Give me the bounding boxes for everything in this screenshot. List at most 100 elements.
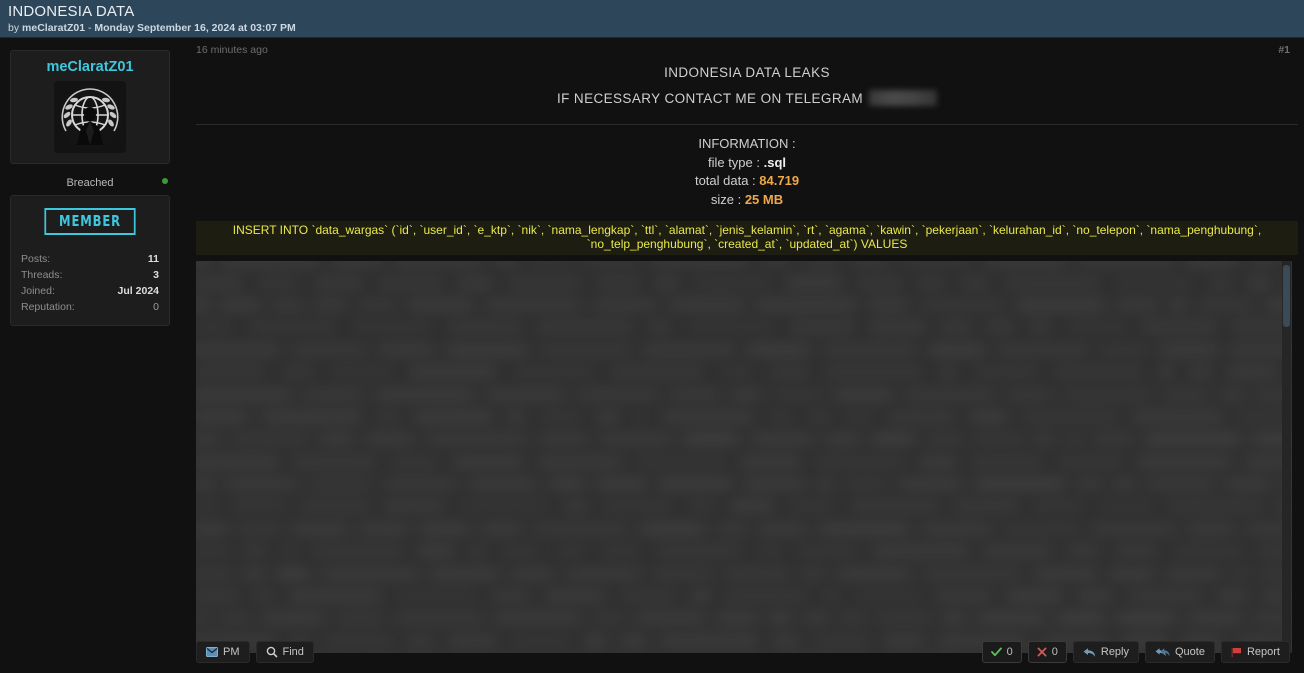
blurred-data-cell (905, 391, 994, 399)
blurred-data-row (196, 271, 1292, 293)
info-label: size : (711, 192, 745, 207)
blurred-data-cell (596, 413, 619, 421)
blurred-data-cell (726, 570, 788, 578)
blurred-data-cell (691, 592, 711, 600)
contact-text: IF NECESSARY CONTACT ME ON TELEGRAM (557, 91, 863, 106)
stat-value[interactable]: 0 (153, 300, 159, 314)
stat-value: 3 (153, 268, 159, 282)
blurred-data-cell (541, 346, 630, 354)
byline-prefix: by (8, 22, 19, 34)
blurred-data-cell (491, 592, 530, 600)
blurred-data-row (196, 562, 1292, 584)
blurred-data-cell (1227, 368, 1277, 376)
blurred-data-cell (1110, 570, 1153, 578)
blurred-data-cell (1018, 301, 1103, 309)
blurred-data-cell (417, 547, 455, 555)
thread-byline: by meClaratZ01 - Monday September 16, 20… (8, 21, 1296, 35)
byline-author[interactable]: meClaratZ01 (22, 22, 85, 34)
blurred-data-cell (818, 480, 833, 488)
blurred-data-cell (1033, 502, 1083, 510)
blurred-data-cell (537, 323, 633, 331)
info-label: file type : (708, 155, 764, 170)
blurred-data-row (196, 339, 1292, 361)
blurred-data-cell (1028, 323, 1052, 331)
blurred-data-cell (311, 480, 371, 488)
info-value: 25 MB (745, 192, 783, 207)
blurred-data-cell (594, 614, 623, 622)
blurred-data-row (196, 383, 1292, 405)
stat-row-reputation: Reputation: 0 (19, 299, 161, 315)
blurred-data-cell (196, 391, 290, 399)
blurred-data-cell (1217, 592, 1248, 600)
rank-badge: MEMBER (44, 208, 135, 235)
vote-negative-button[interactable]: 0 (1028, 641, 1067, 663)
blurred-data-cell (820, 525, 909, 533)
blurred-data-cell (1053, 368, 1143, 376)
post-permalink[interactable]: #1 (1278, 44, 1290, 56)
cross-icon (1037, 647, 1047, 657)
blurred-data-row (196, 406, 1292, 428)
blurred-data-cell (693, 279, 772, 287)
blurred-data-cell (495, 614, 580, 622)
quote-arrows-icon (1155, 647, 1170, 658)
blurred-data-cell (221, 301, 260, 309)
info-row-totaldata: total data : 84.719 (196, 172, 1298, 191)
blurred-data-cell (1250, 261, 1277, 264)
blurred-data-cell (196, 547, 230, 555)
blurred-data-cell (687, 502, 716, 510)
blurred-data-cell (986, 261, 1065, 264)
find-button[interactable]: Find (256, 641, 314, 663)
blurred-data-cell (718, 614, 756, 622)
blurred-data-cell (902, 261, 972, 264)
report-button[interactable]: Report (1221, 641, 1290, 663)
vote-positive-button[interactable]: 0 (982, 641, 1022, 663)
blurred-data-cell (1291, 261, 1292, 264)
quote-button[interactable]: Quote (1145, 641, 1215, 663)
blurred-data-cell (660, 480, 731, 488)
blurred-data-row (196, 585, 1292, 607)
blurred-data-cell (768, 413, 795, 421)
blurred-data-cell (856, 279, 903, 287)
blurred-data-cell (221, 614, 250, 622)
blurred-data-cell (396, 592, 477, 600)
reply-button[interactable]: Reply (1073, 641, 1139, 663)
stat-label: Threads: (21, 268, 62, 282)
blurred-data-cell (1003, 279, 1100, 287)
blurred-data-cell (314, 279, 363, 287)
blurred-data-cell (826, 435, 859, 443)
blurred-data-row (196, 607, 1292, 629)
blurred-data-cell (196, 614, 207, 622)
blurred-data-cell (1118, 614, 1175, 622)
blurred-data-cell (1004, 525, 1078, 533)
pm-button[interactable]: PM (196, 641, 250, 663)
blurred-data-cell (718, 368, 755, 376)
blurred-data-cell (1057, 458, 1123, 466)
blurred-data-cell (245, 570, 263, 578)
scrollbar-thumb[interactable] (1283, 265, 1290, 327)
blurred-data-cell (244, 547, 267, 555)
blurred-data-cell (538, 458, 623, 466)
stat-label: Reputation: (21, 300, 75, 314)
blurred-data-row (196, 316, 1292, 338)
blurred-data-cell (644, 346, 734, 354)
blurred-data-cell (1037, 435, 1052, 443)
blurred-data-cell (1146, 435, 1240, 443)
blurred-data-cell (647, 323, 672, 331)
avatar[interactable] (54, 81, 126, 153)
blurred-data-cell (774, 391, 821, 399)
blurred-data-cell (582, 261, 637, 264)
post-column: 16 minutes ago #1 INDONESIA DATA LEAKS I… (190, 38, 1304, 673)
byline-datetime: Monday September 16, 2024 at 03:07 PM (94, 22, 295, 34)
blurred-data-cell (414, 413, 493, 421)
blurred-data-cell (654, 570, 712, 578)
blurred-data-cell (262, 413, 362, 421)
blurred-data-cell (385, 480, 456, 488)
author-username[interactable]: meClaratZ01 (17, 59, 163, 75)
blurred-data-cell (507, 413, 525, 421)
data-preview-scrollbar[interactable] (1282, 261, 1291, 653)
post-body: INDONESIA DATA LEAKS IF NECESSARY CONTAC… (190, 60, 1304, 653)
blurred-data-cell (367, 435, 413, 443)
blurred-data-cell (1248, 279, 1270, 287)
blurred-data-cell (470, 480, 536, 488)
blurred-data-cell (870, 301, 907, 309)
